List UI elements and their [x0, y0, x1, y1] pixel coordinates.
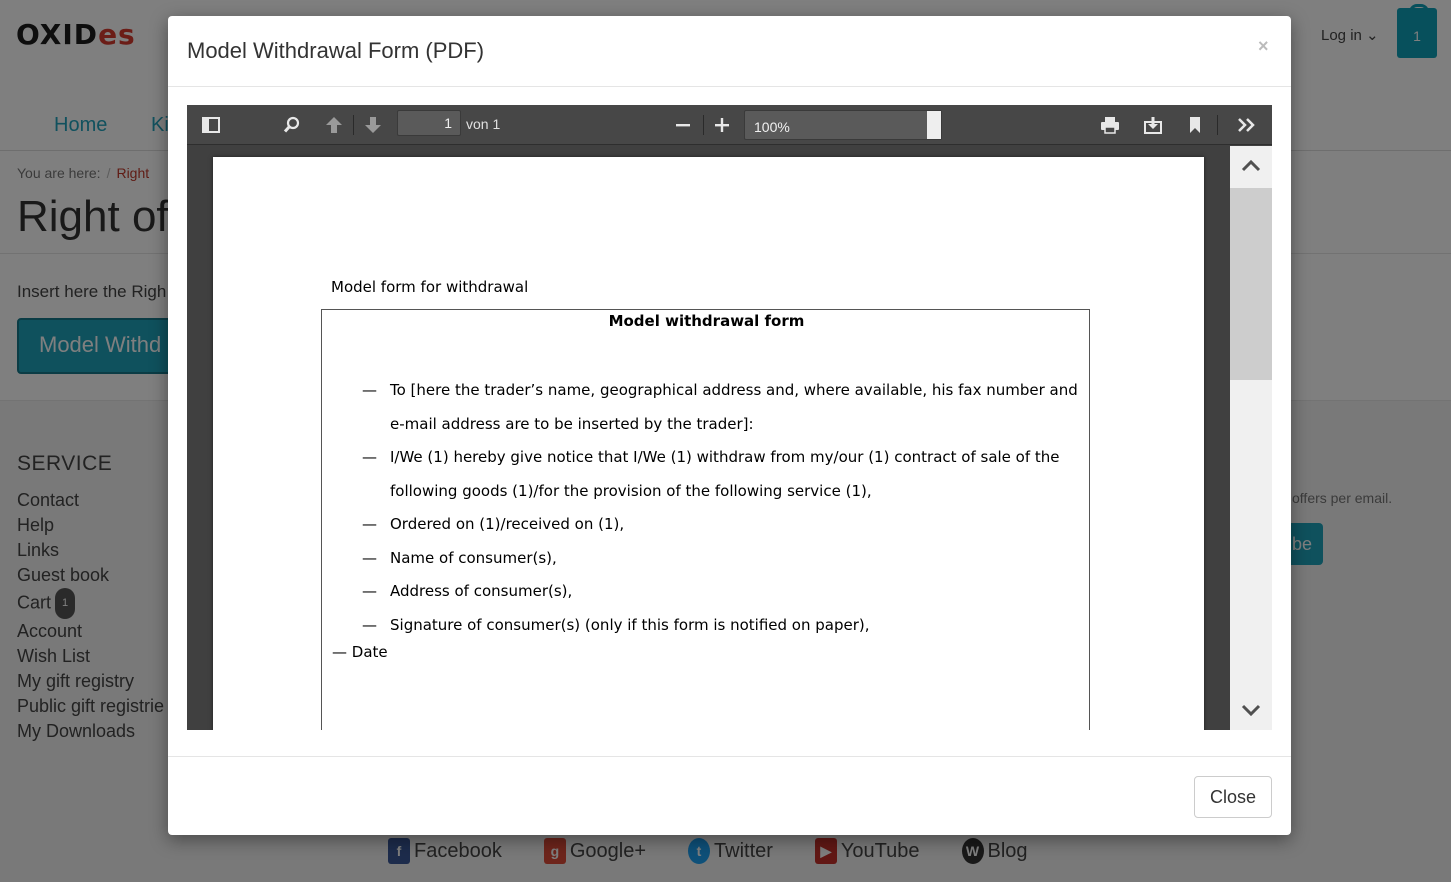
page-number-input[interactable]: 1	[397, 110, 461, 136]
close-icon[interactable]: ×	[1258, 36, 1269, 57]
form-date: — Date	[332, 643, 388, 661]
form-item: Address of consumer(s),	[362, 575, 1080, 609]
page-count: von 1	[466, 116, 501, 132]
form-items: To [here the trader’s name, geographical…	[362, 374, 1080, 642]
pdf-modal: Model Withdrawal Form (PDF) × 1 von 1 10…	[168, 16, 1291, 835]
bookmark-icon[interactable]	[1181, 112, 1209, 138]
form-item: Ordered on (1)/received on (1),	[362, 508, 1080, 542]
download-icon[interactable]	[1139, 112, 1167, 138]
form-item: Signature of consumer(s) (only if this f…	[362, 609, 1080, 643]
modal-footer: Close	[168, 756, 1291, 835]
pdf-viewer: 1 von 1 100% Model form for withdrawal M…	[187, 105, 1272, 730]
arrow-up-icon[interactable]	[320, 112, 348, 138]
form-item: I/We (1) hereby give notice that I/We (1…	[362, 441, 1080, 508]
toolbar-separator	[1217, 115, 1218, 135]
scroll-down-icon[interactable]	[1230, 690, 1272, 730]
close-button[interactable]: Close	[1194, 776, 1272, 818]
minus-icon[interactable]	[669, 112, 697, 138]
form-title: Model withdrawal form	[608, 312, 805, 330]
scrollbar-thumb[interactable]	[1230, 188, 1272, 380]
modal-title: Model Withdrawal Form (PDF)	[187, 38, 485, 63]
pdf-toolbar: 1 von 1 100%	[187, 105, 1272, 145]
sidebar-toggle-icon[interactable]	[197, 112, 225, 138]
modal-header: Model Withdrawal Form (PDF) ×	[168, 16, 1291, 87]
pdf-intro-text: Model form for withdrawal	[331, 278, 529, 296]
pdf-document-area[interactable]: Model form for withdrawal Model withdraw…	[187, 146, 1230, 730]
withdrawal-form-box: Model withdrawal form To [here the trade…	[321, 309, 1090, 730]
form-item: Name of consumer(s),	[362, 542, 1080, 576]
chevron-down-icon	[927, 111, 941, 139]
double-chevron-right-icon[interactable]	[1233, 112, 1261, 138]
pdf-page: Model form for withdrawal Model withdraw…	[213, 157, 1204, 730]
form-item: To [here the trader’s name, geographical…	[362, 374, 1080, 441]
zoom-value: 100%	[754, 119, 790, 135]
search-icon[interactable]	[278, 112, 306, 138]
scroll-up-icon[interactable]	[1230, 146, 1272, 186]
toolbar-separator	[353, 115, 354, 135]
toolbar-separator	[703, 115, 704, 135]
plus-icon[interactable]	[708, 112, 736, 138]
printer-icon[interactable]	[1096, 112, 1124, 138]
zoom-select[interactable]: 100%	[744, 110, 942, 140]
arrow-down-icon[interactable]	[359, 112, 387, 138]
